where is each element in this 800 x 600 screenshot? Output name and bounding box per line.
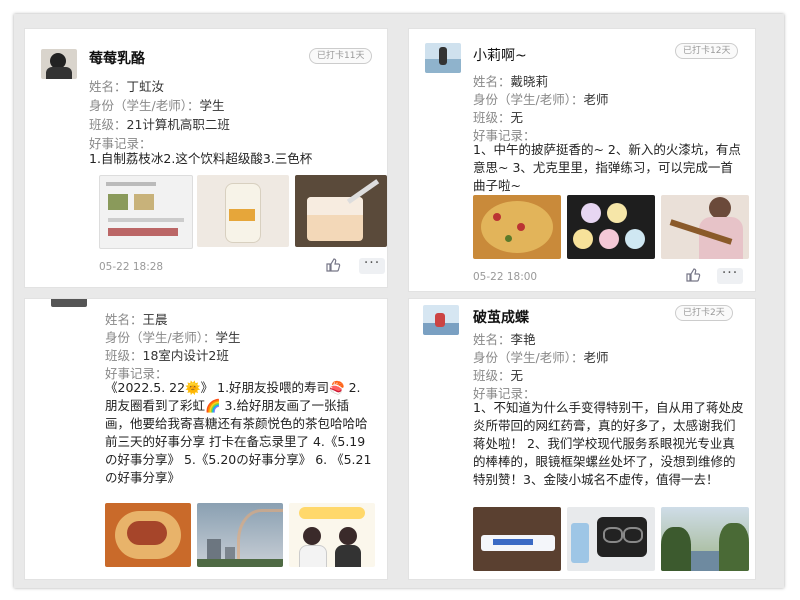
checkin-badge: 已打卡2天 [675,305,733,321]
post-card[interactable]: 姓名：王晨 身份（学生/老师）：学生 班级：18室内设计2班 好事记录： 《20… [24,298,388,580]
role-field: 身份（学生/老师）：老师 [473,92,609,107]
more-options-button[interactable]: ··· [359,256,385,274]
post-time: 05-22 18:00 [473,271,538,283]
post-card[interactable]: 莓莓乳酪 已打卡11天 姓名：丁虹汝 身份（学生/老师）：学生 班级：21计算机… [24,28,388,288]
name-field: 姓名：王晨 [105,312,168,327]
wax-seal-photo[interactable] [567,195,655,259]
ointment-photo[interactable] [473,507,561,571]
avatar[interactable] [51,299,87,307]
illustration-photo[interactable] [289,503,375,567]
post-content: 《2022.5. 22🌞》 1.好朋友投喂的寿司🍣 2.朋友圈看到了彩虹🌈 3.… [105,380,372,485]
class-field: 班级：无 [473,110,524,125]
post-time: 05-22 18:28 [99,261,164,273]
glasses-photo[interactable] [567,507,655,571]
post-content: 1、中午的披萨挺香的~ 2、新入的火漆坑，有点意思~ 3、尤克里里，指弹练习，可… [473,142,741,193]
username[interactable]: 莓莓乳酪 [89,48,145,68]
role-field: 身份（学生/老师）：学生 [89,98,225,113]
avatar[interactable] [425,43,461,73]
like-icon[interactable] [685,267,701,283]
class-field: 班级：21计算机高职二班 [89,117,230,132]
username[interactable]: 小莉啊~ [473,45,527,65]
pizza-photo[interactable] [473,195,561,259]
checkin-badge: 已打卡12天 [675,43,739,59]
checkin-badge: 已打卡11天 [309,48,373,64]
class-field: 班级：18室内设计2班 [105,348,229,363]
post-content: 1、不知道为什么手变得特别干，自从用了蒋处皮炎所带回的网红药膏，真的好多了，太感… [473,400,744,487]
class-field: 班级：无 [473,368,524,383]
ukulele-photo[interactable] [661,195,749,259]
screenshot-photo[interactable] [99,175,193,249]
post-content: 1.自制荔枝冰2.这个饮料超级酸3.三色杯 [89,151,313,166]
like-icon[interactable] [325,257,341,273]
garden-photo[interactable] [661,507,749,571]
username[interactable]: 破茧成蝶 [473,307,529,327]
post-card[interactable]: 小莉啊~ 已打卡12天 姓名：戴晓莉 身份（学生/老师）：老师 班级：无 好事记… [408,28,756,292]
post-card[interactable]: 破茧成蝶 已打卡2天 姓名：李艳 身份（学生/老师）：老师 班级：无 好事记录：… [408,298,756,580]
rainbow-photo[interactable] [197,503,283,567]
sushi-photo[interactable] [105,503,191,567]
name-field: 姓名：丁虹汝 [89,79,165,94]
name-field: 姓名：戴晓莉 [473,74,549,89]
avatar[interactable] [423,305,459,335]
name-field: 姓名：李艳 [473,332,536,347]
role-field: 身份（学生/老师）：老师 [473,350,609,365]
three-color-cup-photo[interactable] [295,175,387,247]
role-field: 身份（学生/老师）：学生 [105,330,241,345]
avatar[interactable] [41,49,77,79]
drink-bottle-photo[interactable] [197,175,289,247]
more-options-button[interactable]: ··· [717,266,743,284]
